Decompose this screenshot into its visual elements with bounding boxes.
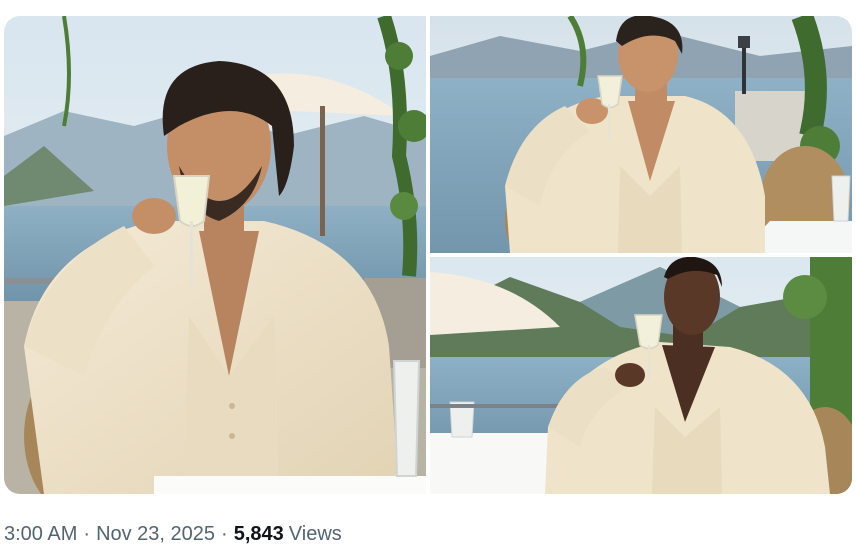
post-timestamp-time[interactable]: 3:00 AM bbox=[4, 523, 77, 546]
post-timestamp-date[interactable]: Nov 23, 2025 bbox=[96, 523, 215, 546]
meta-separator: · bbox=[83, 522, 91, 545]
media-grid bbox=[4, 16, 852, 494]
photo-man-drinking-wine-umbrella[interactable] bbox=[430, 257, 852, 494]
photo-illustration bbox=[4, 16, 426, 494]
photo-man-sipping-wine-terrace[interactable] bbox=[430, 16, 852, 253]
post-meta-row: 3:00 AM · Nov 23, 2025 · 5,843 Views bbox=[4, 520, 342, 548]
photo-illustration bbox=[430, 257, 852, 494]
photo-illustration bbox=[430, 16, 852, 253]
post-detail: 3:00 AM · Nov 23, 2025 · 5,843 Views bbox=[0, 0, 856, 552]
meta-separator: · bbox=[221, 522, 228, 545]
views-count[interactable]: 5,843 bbox=[234, 523, 284, 546]
photo-man-tasting-wine-lakeside[interactable] bbox=[4, 16, 426, 494]
views-label: Views bbox=[288, 522, 342, 545]
